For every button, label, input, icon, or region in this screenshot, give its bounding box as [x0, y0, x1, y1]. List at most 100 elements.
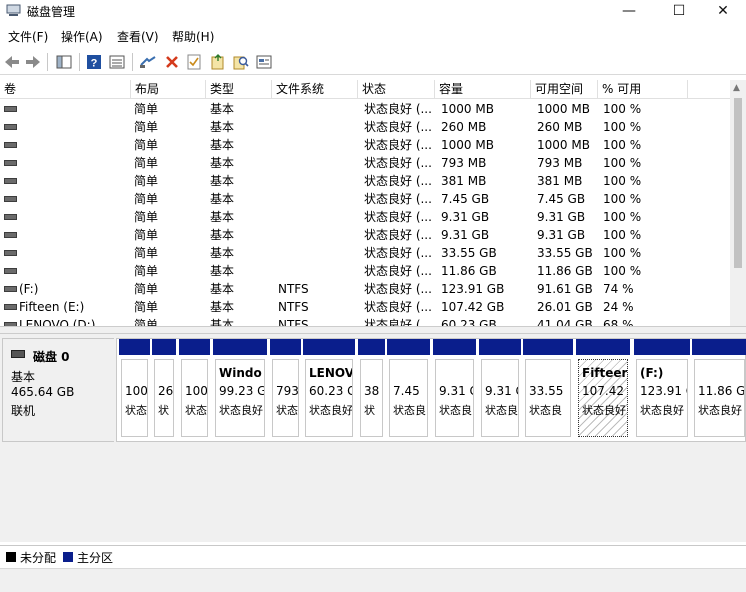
disk-graphical-view: 磁盘 0 基本 465.64 GB 联机 100 状态 26 状 100 状态 Windo 9…	[0, 334, 746, 542]
cell-capacity: 1000 MB	[441, 102, 494, 116]
partition-type-bar	[270, 339, 301, 355]
properties-list-icon[interactable]	[107, 52, 127, 72]
partition-type-bar	[119, 339, 150, 355]
partition-name: Windo	[219, 366, 262, 380]
partition-block[interactable]: 7.45 状态良	[387, 339, 430, 441]
scroll-thumb[interactable]	[734, 98, 742, 268]
cell-pct: 100 %	[603, 264, 642, 278]
column-header-filesystem[interactable]: 文件系统	[272, 80, 358, 99]
column-header-capacity[interactable]: 容量	[435, 80, 531, 99]
cell-capacity: 381 MB	[441, 174, 487, 188]
rescan-icon[interactable]	[254, 52, 274, 72]
partition-size: 33.55	[529, 384, 564, 398]
partition-block[interactable]: 33.55 状态良	[523, 339, 573, 441]
cell-capacity: 793 MB	[441, 156, 487, 170]
partition-block[interactable]: 100 状态	[119, 339, 150, 441]
cell-type: 基本	[210, 282, 235, 296]
toolbar-separator	[47, 53, 48, 71]
menu-action[interactable]: 操作(A)	[61, 28, 103, 45]
help-icon[interactable]: ?	[84, 52, 104, 72]
cell-type: 基本	[210, 174, 235, 188]
cell-fs: NTFS	[278, 300, 309, 314]
connect-icon[interactable]	[138, 52, 158, 72]
table-row[interactable]: 简单 基本 状态良好 (... 33.55 GB 33.55 GB 100 %	[0, 244, 730, 262]
table-row[interactable]: 简单 基本 状态良好 (... 11.86 GB 11.86 GB 100 %	[0, 262, 730, 280]
vertical-scrollbar[interactable]: ▲	[730, 80, 746, 326]
table-row[interactable]: 简单 基本 状态良好 (... 7.45 GB 7.45 GB 100 %	[0, 190, 730, 208]
table-row[interactable]: 简单 基本 状态良好 (... 1000 MB 1000 MB 100 %	[0, 136, 730, 154]
scroll-up-arrow-icon[interactable]: ▲	[733, 83, 740, 93]
partition-block[interactable]: 38 状	[358, 339, 385, 441]
volume-icon	[4, 250, 17, 256]
check-icon[interactable]	[184, 52, 204, 72]
column-header-free-space[interactable]: 可用空间	[531, 80, 598, 99]
partition-block[interactable]: 11.86 G 状态良好	[692, 339, 746, 441]
cell-type: 基本	[210, 300, 235, 314]
partition-block-selected[interactable]: Fifteen 107.42 状态良好	[576, 339, 630, 441]
partition-body: 9.31 G 状态良	[435, 359, 474, 437]
cell-layout: 简单	[134, 174, 159, 188]
menu-view[interactable]: 查看(V)	[117, 28, 159, 45]
partition-size: 9.31 G	[485, 384, 518, 398]
cell-capacity: 123.91 GB	[441, 282, 505, 296]
table-row[interactable]: Fifteen (E:) 简单 基本 NTFS 状态良好 (... 107.42 GB 26…	[0, 298, 730, 316]
menu-file[interactable]: 文件(F)	[8, 28, 48, 45]
partition-type-bar	[433, 339, 476, 355]
partition-block[interactable]: (F:) 123.91 G 状态良好	[634, 339, 690, 441]
disk-0-info[interactable]: 磁盘 0 基本 465.64 GB 联机	[2, 338, 114, 442]
cell-status: 状态良好 (...	[364, 264, 432, 278]
partition-size: 11.86 G	[698, 384, 745, 398]
cell-name	[19, 244, 129, 262]
column-header-volume[interactable]: 卷	[0, 80, 131, 99]
column-header-status[interactable]: 状态	[358, 80, 435, 99]
column-header-type[interactable]: 类型	[206, 80, 272, 99]
back-arrow-icon[interactable]	[2, 52, 22, 72]
cell-layout: 简单	[134, 102, 159, 116]
table-row[interactable]: 简单 基本 状态良好 (... 260 MB 260 MB 100 %	[0, 118, 730, 136]
forward-arrow-icon[interactable]	[23, 52, 43, 72]
minimize-button[interactable]: —	[606, 0, 652, 22]
table-row[interactable]: 简单 基本 状态良好 (... 1000 MB 1000 MB 100 %	[0, 100, 730, 118]
maximize-button[interactable]: ☐	[656, 0, 702, 22]
partition-status: 状态良	[485, 404, 518, 417]
partition-body: 7.45 状态良	[389, 359, 428, 437]
partition-block[interactable]: Windo 99.23 G 状态良好	[213, 339, 267, 441]
partition-block[interactable]: 26 状	[152, 339, 176, 441]
partition-status: 状态良好	[219, 404, 263, 417]
partition-status: 状态良好	[582, 404, 626, 417]
volume-icon	[4, 196, 17, 202]
console-tree-icon[interactable]	[54, 52, 74, 72]
partition-body: Windo 99.23 G 状态良好	[215, 359, 265, 437]
table-row[interactable]: 简单 基本 状态良好 (... 381 MB 381 MB 100 %	[0, 172, 730, 190]
partition-body: Fifteen 107.42 状态良好	[578, 359, 628, 437]
cell-layout: 简单	[134, 228, 159, 242]
partition-body: 100 状态	[121, 359, 148, 437]
delete-icon[interactable]	[162, 52, 182, 72]
partition-type-bar	[152, 339, 176, 355]
partition-block[interactable]: LENOV 60.23 G 状态良好	[303, 339, 355, 441]
cell-name	[19, 136, 129, 154]
cell-name	[19, 154, 129, 172]
partition-block[interactable]: 793 状态	[270, 339, 301, 441]
partition-block[interactable]: 9.31 G 状态良	[479, 339, 521, 441]
table-row[interactable]: 简单 基本 状态良好 (... 793 MB 793 MB 100 %	[0, 154, 730, 172]
partition-type-bar	[213, 339, 267, 355]
partition-block[interactable]: 100 状态	[179, 339, 210, 441]
table-row[interactable]: 简单 基本 状态良好 (... 9.31 GB 9.31 GB 100 %	[0, 226, 730, 244]
cell-free: 1000 MB	[537, 138, 590, 152]
volume-icon	[4, 106, 17, 112]
cell-status: 状态良好 (...	[364, 174, 432, 188]
column-header-percent-free[interactable]: % 可用	[598, 80, 688, 99]
menu-help[interactable]: 帮助(H)	[172, 28, 214, 45]
table-row[interactable]: (F:) 简单 基本 NTFS 状态良好 (... 123.91 GB 91.61 GB 74…	[0, 280, 730, 298]
close-button[interactable]: ✕	[700, 0, 746, 22]
partition-block[interactable]: 9.31 G 状态良	[433, 339, 476, 441]
column-header-layout[interactable]: 布局	[131, 80, 206, 99]
search-icon[interactable]	[231, 52, 251, 72]
cell-name: Fifteen (E:)	[19, 300, 85, 314]
folder-open-icon[interactable]	[208, 52, 228, 72]
cell-name	[19, 226, 129, 244]
table-row[interactable]: LENOVO (D:) 简单 基本 NTFS 状态良好 (... 60.23 GB 41.0…	[0, 316, 730, 326]
pane-splitter[interactable]	[0, 326, 746, 334]
table-row[interactable]: 简单 基本 状态良好 (... 9.31 GB 9.31 GB 100 %	[0, 208, 730, 226]
